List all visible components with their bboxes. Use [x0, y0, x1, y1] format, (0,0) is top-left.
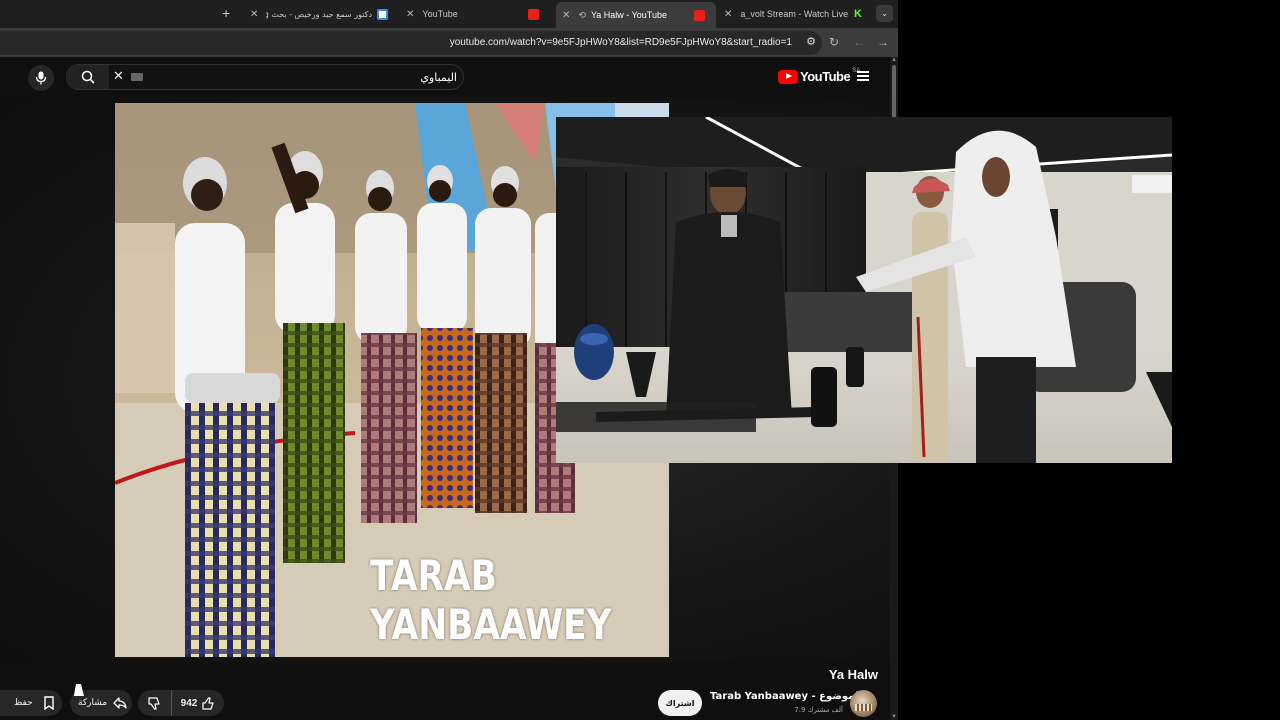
tab-title: دكتور سمع جيد ورخيص - بحث Goog	[266, 9, 372, 19]
search-button[interactable]	[67, 65, 109, 89]
search-input[interactable]	[131, 68, 457, 86]
back-icon[interactable]: ←	[853, 35, 865, 49]
share-label: مشاركة	[78, 698, 108, 708]
site-settings-icon[interactable]: ⚙	[806, 35, 816, 48]
browser-toolbar: youtube.com/watch?v=9e5FJpHWoY8&list=RD9…	[0, 28, 898, 57]
scrollbar-thumb[interactable]	[892, 65, 896, 125]
tab-title: YouTube	[422, 9, 458, 19]
kick-icon: K	[854, 8, 862, 20]
tab-ya-halw[interactable]: ✕ ⟲ Ya Halw - YouTube	[556, 2, 716, 28]
youtube-icon	[694, 9, 705, 21]
subscribe-button[interactable]: اشتراك	[658, 690, 702, 716]
forward-icon[interactable]: →	[877, 35, 889, 49]
save-label: حفظ	[14, 698, 33, 708]
menu-icon[interactable]	[857, 71, 869, 81]
like-dislike-group: 942	[138, 690, 224, 716]
subscriber-count: 7.9 ألف مشترك	[794, 706, 843, 714]
tab-title: Ya Halw - YouTube	[590, 10, 667, 20]
channel-avatar[interactable]	[850, 690, 877, 717]
dislike-button[interactable]	[138, 690, 172, 716]
tab-search-menu-button[interactable]: ⌄	[876, 5, 893, 22]
thumbs-down-icon	[148, 696, 160, 710]
like-button[interactable]: 942	[172, 690, 224, 716]
thumbs-up-icon	[202, 696, 214, 710]
bookmark-icon	[43, 696, 54, 710]
studio-stream-image	[556, 117, 1172, 463]
close-icon[interactable]: ✕	[406, 9, 414, 20]
voice-search-button[interactable]	[28, 65, 54, 91]
search-box: ✕	[66, 64, 464, 90]
reload-icon[interactable]: ↻	[829, 35, 839, 49]
video-actions-row: حفظ مشاركة 942 اشتراك Tarab Yanbaawey - …	[0, 686, 890, 720]
mouse-cursor-icon	[73, 684, 87, 696]
microphone-icon	[35, 71, 47, 85]
close-icon[interactable]: ✕	[562, 10, 570, 21]
url-text[interactable]: youtube.com/watch?v=9e5FJpHWoY8&list=RD9…	[450, 37, 792, 48]
address-bar[interactable]: youtube.com/watch?v=9e5FJpHWoY8&list=RD9…	[0, 31, 822, 55]
google-icon	[377, 8, 388, 20]
youtube-play-icon	[778, 69, 798, 84]
logo-text: YouTube	[800, 69, 851, 84]
tab-google-search[interactable]: ✕ دكتور سمع جيد ورخيص - بحث Goog	[244, 3, 394, 25]
tab-kick-stream[interactable]: ✕ a_volt Stream - Watch Live on K K	[718, 3, 868, 25]
youtube-icon	[528, 8, 539, 20]
scroll-down-icon[interactable]: ▼	[890, 714, 898, 720]
clear-search-icon[interactable]: ✕	[113, 68, 124, 84]
youtube-logo[interactable]: YouTube SA	[778, 68, 860, 84]
like-count: 942	[180, 697, 198, 709]
channel-name[interactable]: Tarab Yanbaawey - الموضوع	[710, 691, 862, 702]
video-watermark: TARAB YANBAAWEY	[370, 551, 612, 649]
tab-title: a_volt Stream - Watch Live on K	[740, 9, 850, 19]
save-button[interactable]: حفظ	[0, 690, 62, 716]
tab-strip: + ✕ دكتور سمع جيد ورخيص - بحث Goog ✕ You…	[0, 0, 898, 28]
audio-playing-icon: ⟲	[578, 9, 586, 20]
close-icon[interactable]: ✕	[250, 9, 258, 20]
video-title: Ya Halw	[828, 667, 878, 682]
new-tab-button[interactable]: +	[222, 5, 230, 21]
tab-youtube[interactable]: ✕ YouTube	[400, 3, 550, 25]
stream-overlay-video[interactable]	[556, 117, 1172, 463]
close-icon[interactable]: ✕	[724, 9, 732, 20]
youtube-header: ✕ YouTube SA	[0, 57, 890, 97]
share-icon	[113, 697, 127, 709]
search-icon	[81, 70, 95, 84]
scroll-up-icon[interactable]: ▲	[890, 57, 898, 63]
